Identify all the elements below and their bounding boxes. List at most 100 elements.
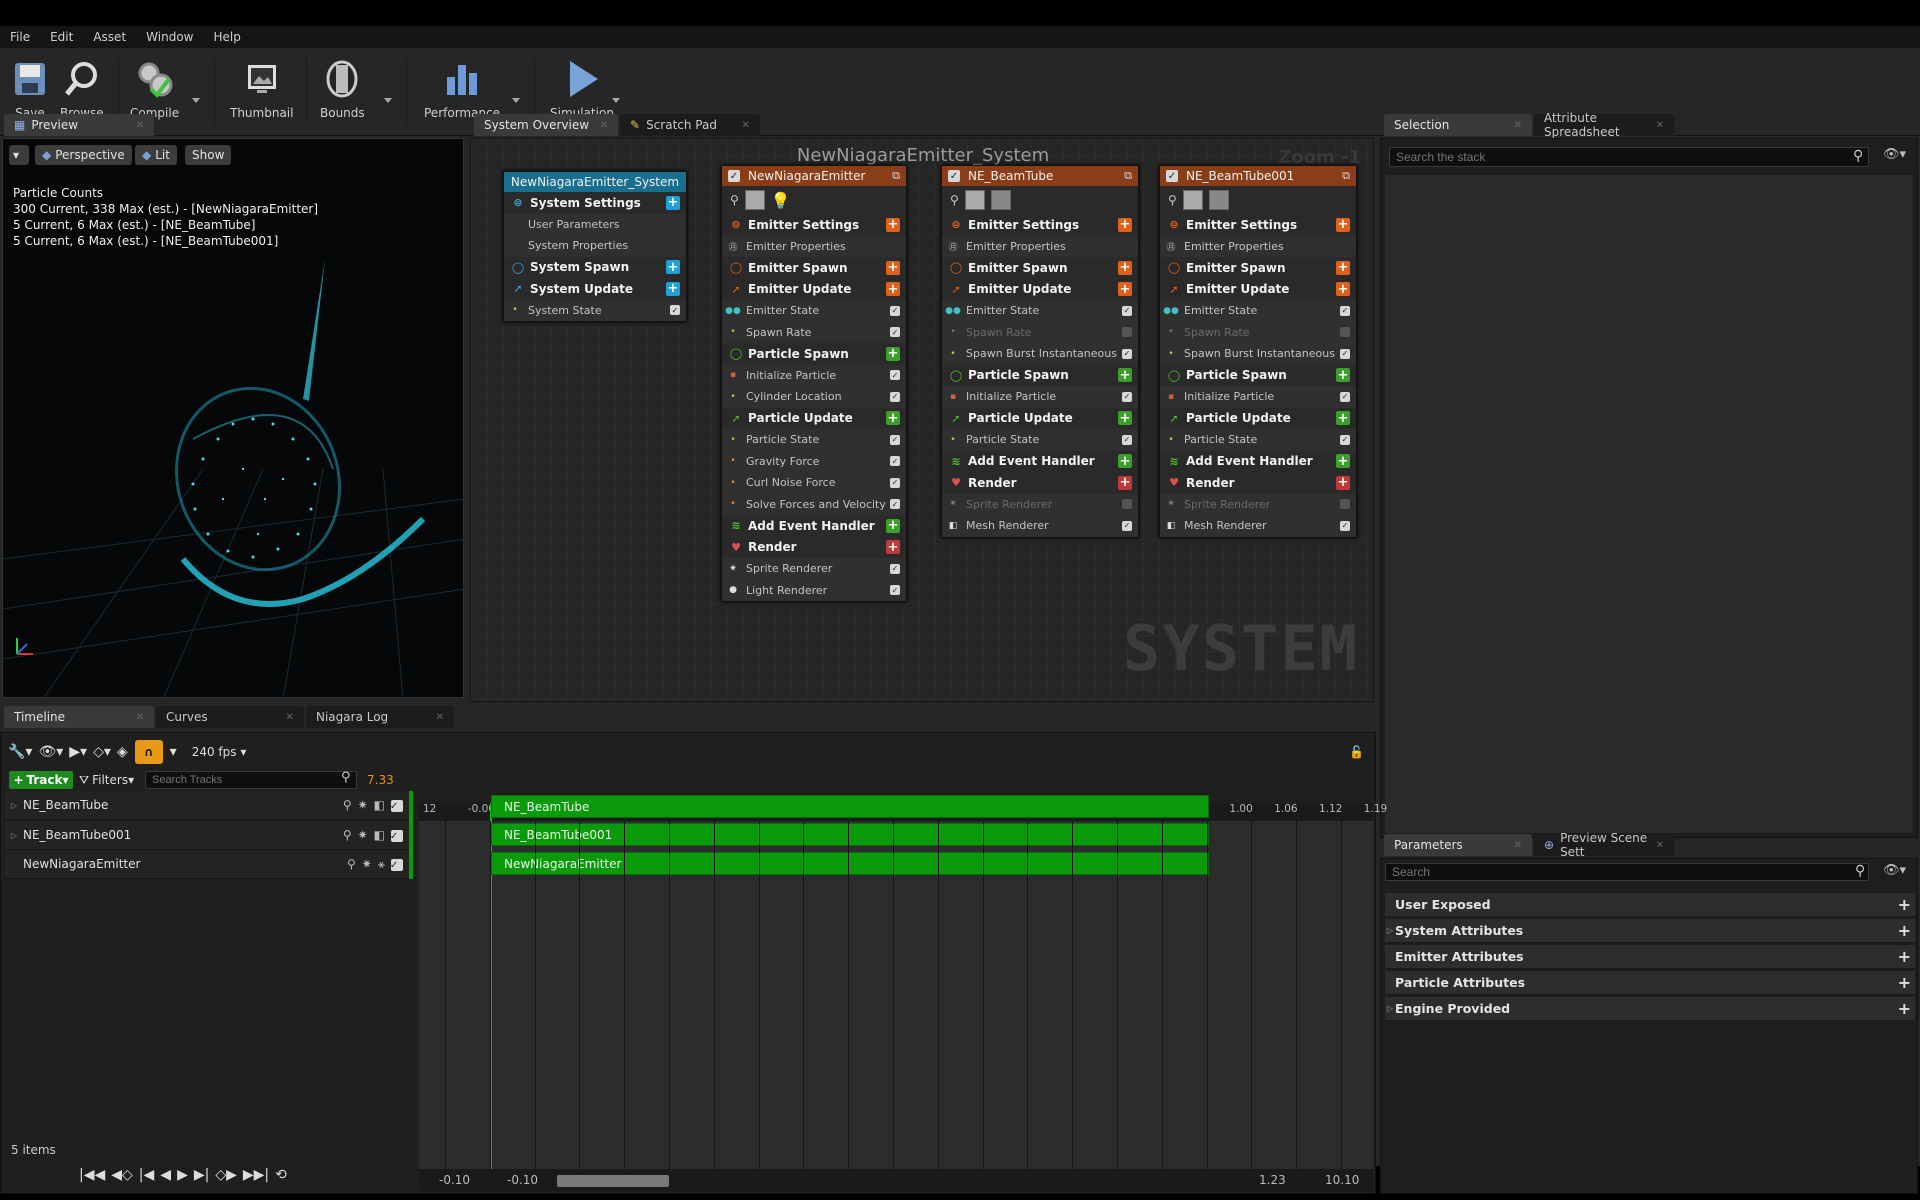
- tab-selection[interactable]: Selection ✕: [1384, 114, 1532, 136]
- track-row[interactable]: ▷ NE_BeamTube ⚲✷◧✓: [5, 791, 411, 820]
- stack-row[interactable]: ⊜ Emitter Settings +: [1160, 214, 1356, 236]
- search-tracks-input[interactable]: [145, 771, 357, 789]
- bounds-dropdown-icon[interactable]: [384, 98, 392, 103]
- stack-row[interactable]: ◯ Particle Spawn +: [1160, 364, 1356, 386]
- stack-row[interactable]: ➚ Emitter Update +: [942, 278, 1138, 300]
- stack-row[interactable]: ✷ Sprite Renderer ✓: [722, 558, 906, 580]
- user-parameters-row[interactable]: User Parameters: [504, 214, 686, 236]
- tab-preview[interactable]: ▦ Preview ✕: [4, 114, 154, 136]
- fps-selector[interactable]: 240 fps ▾: [192, 745, 247, 759]
- emitter-node-header[interactable]: ✓ NE_BeamTube ⧉: [942, 166, 1138, 186]
- lock-icon[interactable]: 🔓: [1349, 745, 1364, 759]
- stack-row[interactable]: ◧ Mesh Renderer ✓: [942, 515, 1138, 537]
- stack-row[interactable]: • Spawn Rate ✓: [722, 322, 906, 344]
- close-icon[interactable]: ✕: [436, 712, 444, 723]
- enable-checkbox[interactable]: ✓: [890, 456, 900, 467]
- menu-edit[interactable]: Edit: [40, 30, 83, 44]
- snap-dropdown-icon[interactable]: ▾: [170, 744, 177, 760]
- param-category-engine-provided[interactable]: ▷ Engine Provided +: [1385, 997, 1915, 1021]
- pin-icon[interactable]: ⚲: [950, 193, 959, 207]
- add-icon[interactable]: +: [1336, 217, 1350, 232]
- expand-arrow-icon[interactable]: ▷: [5, 801, 23, 810]
- stack-row[interactable]: ◯ Emitter Spawn +: [722, 257, 906, 279]
- thumbnail-icon[interactable]: [1182, 190, 1203, 210]
- range-end[interactable]: 10.10: [1325, 1173, 1359, 1187]
- range-start[interactable]: -0.10: [439, 1173, 470, 1187]
- thumbnail-button[interactable]: Thumbnail: [230, 54, 293, 130]
- open-external-icon[interactable]: ⧉: [1124, 169, 1132, 183]
- stack-row[interactable]: ◧ Mesh Renderer ✓: [1160, 515, 1356, 537]
- add-icon[interactable]: +: [1336, 411, 1350, 426]
- enable-checkbox[interactable]: ✓: [890, 477, 900, 488]
- stack-row[interactable]: ➚ Emitter Update +: [722, 278, 906, 300]
- stack-row[interactable]: ㊊ Emitter Properties: [722, 236, 906, 258]
- stack-row[interactable]: ◯ Emitter Spawn +: [942, 257, 1138, 279]
- add-icon[interactable]: +: [1118, 411, 1132, 426]
- param-category-particle-attributes[interactable]: Particle Attributes +: [1385, 971, 1915, 995]
- enable-checkbox[interactable]: ✓: [890, 499, 900, 510]
- enable-checkbox[interactable]: ✓: [1340, 434, 1350, 445]
- play-reverse-icon[interactable]: ◀: [160, 1167, 171, 1183]
- tab-curves[interactable]: Curves ✕: [156, 706, 304, 728]
- expand-arrow-icon[interactable]: ▷: [1385, 926, 1395, 935]
- enable-checkbox[interactable]: ✓: [890, 563, 900, 574]
- stack-row[interactable]: ㊊ Emitter Properties: [1160, 236, 1356, 258]
- stack-row[interactable]: ➚ Particle Update +: [942, 407, 1138, 429]
- system-spawn-row[interactable]: ◯ System Spawn +: [504, 256, 686, 278]
- enable-checkbox[interactable]: ✓: [670, 305, 680, 316]
- add-icon[interactable]: +: [886, 411, 900, 426]
- enable-checkbox[interactable]: [1122, 499, 1132, 510]
- stack-row[interactable]: ♥ Render +: [1160, 472, 1356, 494]
- pin-icon[interactable]: ⚲: [1168, 193, 1177, 207]
- compile-dropdown-icon[interactable]: [192, 98, 200, 103]
- stack-row[interactable]: ▪ Initialize Particle ✓: [942, 386, 1138, 408]
- stack-row[interactable]: ✷ Sprite Renderer: [1160, 494, 1356, 516]
- search-icon[interactable]: ⚲: [341, 770, 351, 785]
- thumbnail-icon[interactable]: [990, 190, 1011, 210]
- add-icon[interactable]: +: [886, 260, 900, 275]
- jump-start-icon[interactable]: |◀◀: [79, 1167, 105, 1183]
- stack-row[interactable]: ≋ Add Event Handler +: [722, 515, 906, 537]
- enable-checkbox[interactable]: ✓: [890, 305, 900, 316]
- enable-checkbox[interactable]: [1340, 499, 1350, 510]
- tab-attribute-spreadsheet[interactable]: Attribute Spreadsheet ✕: [1534, 111, 1674, 139]
- stack-row[interactable]: • Spawn Burst Instantaneous ✓: [1160, 343, 1356, 365]
- stack-row[interactable]: • Particle State ✓: [942, 429, 1138, 451]
- add-icon[interactable]: +: [886, 540, 900, 555]
- add-icon[interactable]: +: [1118, 368, 1132, 383]
- add-icon[interactable]: +: [666, 281, 680, 296]
- enable-checkbox[interactable]: ✓: [890, 391, 900, 402]
- stack-row[interactable]: ▪ Initialize Particle ✓: [722, 365, 906, 387]
- prev-key-icon[interactable]: ◀◇: [111, 1167, 133, 1183]
- stack-row[interactable]: ➚ Emitter Update +: [1160, 278, 1356, 300]
- enable-checkbox[interactable]: ✓: [1340, 391, 1350, 402]
- jump-end-icon[interactable]: ▶▶|: [243, 1167, 269, 1183]
- parameters-search-input[interactable]: [1385, 863, 1869, 881]
- menu-file[interactable]: File: [0, 30, 40, 44]
- light-bulb-icon[interactable]: 💡: [771, 190, 791, 210]
- system-node[interactable]: NewNiagaraEmitter_System ⊜ System Setting…: [503, 171, 687, 322]
- thumbnail-icon[interactable]: [1208, 190, 1229, 210]
- track-row[interactable]: ▷ NE_BeamTube001 ⚲✷◧✓: [5, 821, 411, 850]
- thumbnail-icon[interactable]: [744, 190, 765, 210]
- close-icon[interactable]: ✕: [286, 712, 294, 723]
- stack-row[interactable]: • Cylinder Location ✓: [722, 386, 906, 408]
- performance-dropdown-icon[interactable]: [512, 98, 520, 103]
- stack-row[interactable]: • Solve Forces and Velocity ✓: [722, 494, 906, 516]
- view-range-start[interactable]: -0.10: [507, 1173, 538, 1187]
- track-row[interactable]: NewNiagaraEmitter ⚲✷⚹✓: [5, 850, 411, 879]
- add-icon[interactable]: +: [886, 346, 900, 361]
- view-range-end[interactable]: 1.23: [1259, 1173, 1286, 1187]
- enable-checkbox[interactable]: ✓: [390, 830, 403, 843]
- stack-row[interactable]: ✷ Sprite Renderer: [942, 494, 1138, 516]
- stack-row[interactable]: • Gravity Force ✓: [722, 451, 906, 473]
- menu-asset[interactable]: Asset: [83, 30, 136, 44]
- param-category-user-exposed[interactable]: User Exposed +: [1385, 893, 1915, 917]
- emitter-node[interactable]: ✓ NE_BeamTube ⧉ ⚲ ⊜ Emitter Settings + ㊊ Emi…: [941, 165, 1139, 538]
- close-icon[interactable]: ✕: [1656, 120, 1664, 131]
- loop-icon[interactable]: ⟲: [275, 1167, 287, 1183]
- step-back-icon[interactable]: |◀: [139, 1167, 154, 1183]
- add-icon[interactable]: +: [1898, 973, 1911, 992]
- close-icon[interactable]: ✕: [136, 120, 144, 131]
- stack-row[interactable]: ●● Emitter State ✓: [1160, 300, 1356, 322]
